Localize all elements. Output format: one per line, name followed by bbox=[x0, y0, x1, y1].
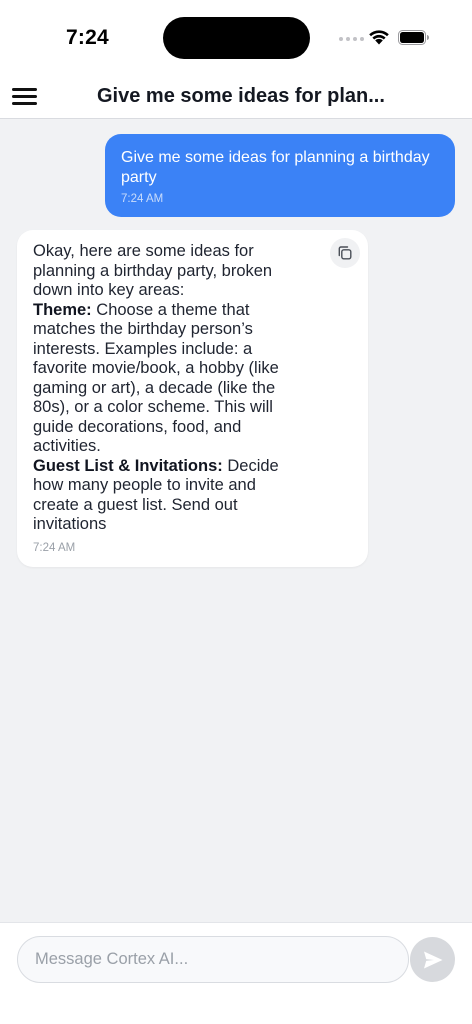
send-icon bbox=[423, 951, 442, 968]
chat-header: Give me some ideas for plan... bbox=[0, 76, 472, 119]
assistant-message-text: Okay, here are some ideas for planning a… bbox=[33, 242, 298, 535]
assistant-intro: Okay, here are some ideas for planning a… bbox=[33, 242, 273, 299]
cellular-signal-icon bbox=[339, 37, 364, 41]
status-time: 7:24 bbox=[66, 26, 109, 49]
assistant-message-time: 7:24 AM bbox=[33, 541, 76, 554]
theme-text: Choose a theme that matches the birthday… bbox=[33, 300, 279, 456]
theme-section: Theme: Choose a theme that matches the b… bbox=[33, 301, 298, 457]
chat-title: Give me some ideas for plan... bbox=[97, 85, 385, 107]
chat-screen: 7:24 Give me some ideas for plan... Give… bbox=[0, 0, 472, 1024]
wifi-icon bbox=[369, 30, 389, 45]
message-input[interactable] bbox=[17, 936, 409, 983]
message-list[interactable]: Give me some ideas for planning a birthd… bbox=[0, 120, 472, 922]
guest-list-section: Guest List & Invitations: Decide how man… bbox=[33, 457, 298, 535]
copy-button[interactable] bbox=[330, 238, 360, 268]
theme-label: Theme: bbox=[33, 300, 92, 319]
battery-icon bbox=[398, 30, 429, 45]
assistant-message: Okay, here are some ideas for planning a… bbox=[17, 230, 368, 567]
guest-list-label: Guest List & Invitations: bbox=[33, 456, 223, 475]
send-button[interactable] bbox=[410, 937, 455, 982]
status-bar: 7:24 bbox=[0, 0, 472, 76]
copy-icon bbox=[338, 246, 352, 260]
user-message-text: Give me some ideas for planning a birthd… bbox=[121, 149, 430, 186]
message-composer bbox=[0, 922, 472, 1024]
dynamic-island bbox=[163, 17, 310, 59]
user-message-time: 7:24 AM bbox=[121, 193, 164, 205]
menu-icon[interactable] bbox=[11, 84, 39, 108]
user-message: Give me some ideas for planning a birthd… bbox=[105, 134, 455, 217]
